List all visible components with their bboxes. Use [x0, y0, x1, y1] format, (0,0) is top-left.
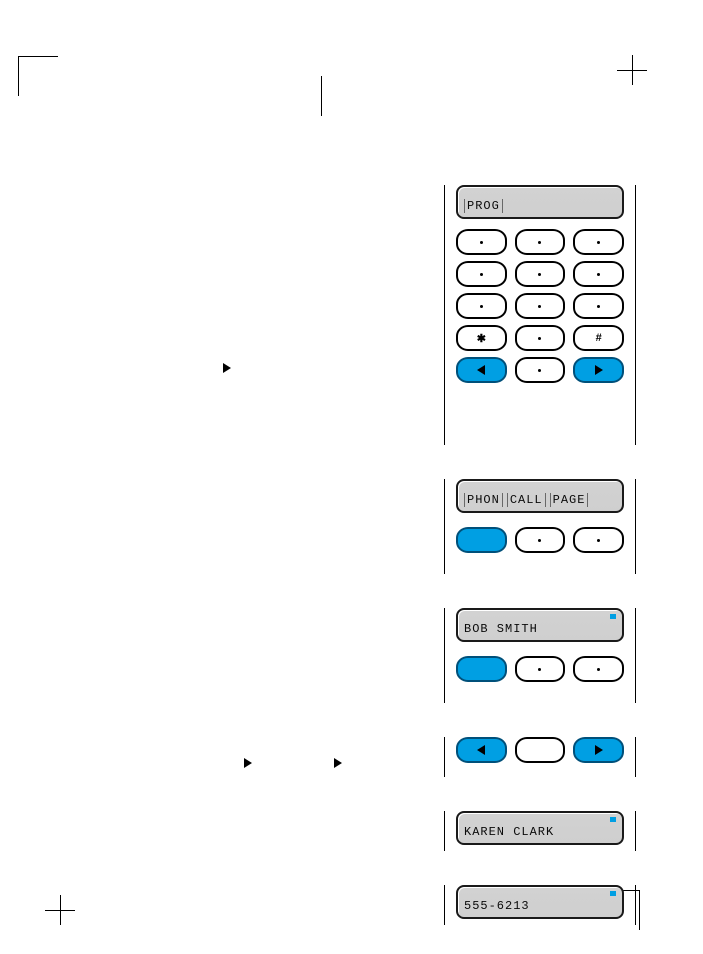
device-number: 555-6213: [450, 885, 630, 925]
lcd-indicator-icon-2: [610, 817, 616, 822]
crop-mark-top-center: [321, 76, 322, 116]
device-nav: [450, 737, 630, 777]
nav-center-button-2[interactable]: [515, 737, 566, 763]
device-contact-bob: BOB SMITH: [450, 608, 630, 703]
lcd-menu-phon: PHON: [464, 493, 503, 507]
softkey-3[interactable]: [573, 527, 624, 553]
device-keypad: PROG ✱ #: [450, 185, 630, 445]
key-2[interactable]: [515, 229, 566, 255]
device-menu: PHON CALL PAGE: [450, 479, 630, 574]
softkey-1b[interactable]: [456, 656, 507, 682]
lcd-number: 555-6213: [456, 885, 624, 919]
pointer-marker-3: [334, 758, 342, 768]
key-3[interactable]: [573, 229, 624, 255]
key-4[interactable]: [456, 261, 507, 287]
pointer-marker-1: [223, 363, 231, 373]
key-star[interactable]: ✱: [456, 325, 507, 351]
lcd-karen-text: KAREN CLARK: [464, 825, 554, 839]
device-contact-karen: KAREN CLARK: [450, 811, 630, 851]
lcd-bob: BOB SMITH: [456, 608, 624, 642]
lcd-menu-page: PAGE: [550, 493, 589, 507]
pointer-marker-2: [244, 758, 252, 768]
nav-left-button-2[interactable]: [456, 737, 507, 763]
nav-center-button[interactable]: [515, 357, 566, 383]
key-1[interactable]: [456, 229, 507, 255]
lcd-menu-call: CALL: [507, 493, 546, 507]
lcd-prog-text: PROG: [464, 199, 503, 213]
softkey-3b[interactable]: [573, 656, 624, 682]
nav-left-button[interactable]: [456, 357, 507, 383]
nav-right-button-2[interactable]: [573, 737, 624, 763]
lcd-menu: PHON CALL PAGE: [456, 479, 624, 513]
lcd-number-text: 555-6213: [464, 899, 530, 913]
device-column: PROG ✱ # PHON CALL PAGE: [450, 185, 630, 925]
nav-right-button[interactable]: [573, 357, 624, 383]
softkey-2[interactable]: [515, 527, 566, 553]
softkey-2b[interactable]: [515, 656, 566, 682]
key-7[interactable]: [456, 293, 507, 319]
key-hash[interactable]: #: [573, 325, 624, 351]
numeric-keypad: ✱ #: [456, 229, 624, 383]
lcd-indicator-icon: [610, 614, 616, 619]
lcd-prog: PROG: [456, 185, 624, 219]
key-5[interactable]: [515, 261, 566, 287]
lcd-karen: KAREN CLARK: [456, 811, 624, 845]
key-6[interactable]: [573, 261, 624, 287]
key-8[interactable]: [515, 293, 566, 319]
key-0[interactable]: [515, 325, 566, 351]
softkey-1[interactable]: [456, 527, 507, 553]
lcd-bob-text: BOB SMITH: [464, 622, 538, 636]
lcd-indicator-icon-3: [610, 891, 616, 896]
key-9[interactable]: [573, 293, 624, 319]
